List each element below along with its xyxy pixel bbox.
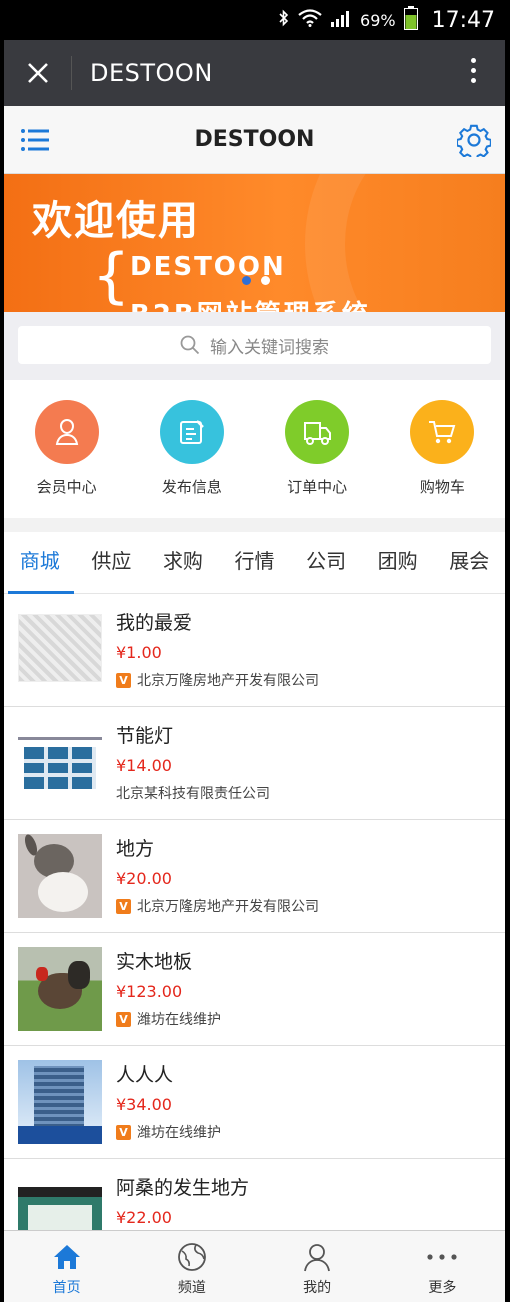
search-input[interactable]: 输入关键词搜索	[18, 326, 491, 364]
bottom-nav: 首页 频道 我的 更多	[4, 1230, 505, 1302]
product-price: ¥22.00	[116, 1208, 172, 1227]
wechat-title-bar: DESTOON	[4, 40, 505, 106]
tab-buy[interactable]: 求购	[147, 532, 219, 593]
tab-supply[interactable]: 供应	[76, 532, 148, 593]
gear-icon[interactable]	[455, 123, 492, 161]
product-price: ¥20.00	[116, 869, 172, 888]
product-name: 我的最爱	[116, 612, 193, 634]
quick-link-label: 会员中心	[36, 478, 97, 496]
bluetooth-icon	[278, 9, 290, 31]
tab-mall[interactable]: 商城	[4, 532, 76, 594]
quick-link-label: 发布信息	[161, 478, 222, 496]
verified-icon: V	[116, 672, 131, 688]
signal-icon	[330, 9, 352, 31]
list-item[interactable]: 人人人 ¥34.00 V 潍坊在线维护	[4, 1046, 505, 1159]
product-thumbnail	[18, 1060, 102, 1144]
quick-link-publish[interactable]: 发布信息	[142, 400, 242, 518]
company-name: 北京万隆房地产开发有限公司	[137, 673, 319, 689]
tab-group-buy[interactable]: 团购	[362, 532, 434, 593]
person-icon	[304, 1244, 331, 1272]
promo-banner[interactable]: 欢迎使用 { DESTOON B2B网站管理系统	[4, 174, 505, 312]
edit-icon	[159, 400, 224, 464]
quick-link-label: 订单中心	[287, 478, 348, 496]
user-icon	[34, 400, 99, 464]
phone-screen: 69% 17:47 DESTOON DESTOON 欢迎使用 { DESTOON…	[4, 0, 505, 1302]
more-options-button[interactable]	[471, 58, 477, 88]
banner-headline: 欢迎使用	[32, 198, 200, 244]
nav-mine[interactable]: 我的	[255, 1231, 380, 1302]
page-title: DESTOON	[194, 127, 315, 152]
close-button[interactable]	[4, 56, 72, 90]
carousel-dots	[242, 276, 270, 285]
app-header: DESTOON	[4, 106, 505, 174]
product-thumbnail	[18, 947, 102, 1031]
quick-link-orders[interactable]: 订单中心	[267, 400, 367, 518]
verified-icon: V	[116, 1011, 131, 1027]
nav-label: 更多	[428, 1280, 457, 1296]
nav-label: 我的	[303, 1280, 332, 1296]
list-item[interactable]: 我的最爱 ¥1.00 V 北京万隆房地产开发有限公司	[4, 594, 505, 707]
tab-company[interactable]: 公司	[290, 532, 362, 593]
product-name: 地方	[116, 838, 155, 860]
status-bar: 69% 17:47	[4, 0, 505, 40]
product-thumbnail	[18, 614, 102, 682]
search-icon	[180, 335, 200, 355]
truck-icon	[285, 400, 350, 464]
category-tabs: 商城 供应 求购 行情 公司 团购 展会	[4, 532, 505, 594]
home-icon	[53, 1245, 80, 1269]
wifi-icon	[298, 9, 322, 31]
battery-percent: 69%	[360, 10, 396, 30]
quick-link-cart[interactable]: 购物车	[392, 400, 492, 518]
company-name: 北京某科技有限责任公司	[116, 786, 270, 802]
quick-link-label: 购物车	[419, 478, 465, 496]
search-area: 输入关键词搜索	[4, 312, 505, 380]
tab-market[interactable]: 行情	[219, 532, 291, 593]
product-price: ¥34.00	[116, 1095, 172, 1114]
product-price: ¥1.00	[116, 643, 162, 662]
nav-more[interactable]: 更多	[380, 1231, 505, 1302]
nav-channel[interactable]: 频道	[129, 1231, 254, 1302]
quick-link-member-center[interactable]: 会员中心	[17, 400, 117, 518]
company-name: 潍坊在线维护	[137, 1012, 221, 1028]
list-item[interactable]: 实木地板 ¥123.00 V 潍坊在线维护	[4, 933, 505, 1046]
product-name: 人人人	[116, 1064, 174, 1086]
company-name: 北京万隆房地产开发有限公司	[137, 899, 319, 915]
product-name: 节能灯	[116, 725, 174, 747]
tab-exhibition[interactable]: 展会	[433, 532, 505, 593]
nav-home[interactable]: 首页	[4, 1231, 129, 1302]
banner-subtitle: B2B网站管理系统	[130, 294, 371, 312]
clock: 17:47	[431, 7, 495, 33]
list-item[interactable]: 节能灯 ¥14.00 北京某科技有限责任公司	[4, 707, 505, 820]
product-list: 我的最爱 ¥1.00 V 北京万隆房地产开发有限公司 节能灯 ¥14.00 北京某…	[4, 594, 505, 1272]
product-price: ¥14.00	[116, 756, 172, 775]
product-thumbnail	[18, 721, 102, 805]
product-price: ¥123.00	[116, 982, 183, 1001]
globe-icon	[177, 1243, 206, 1271]
nav-label: 首页	[52, 1280, 81, 1296]
verified-icon: V	[116, 1124, 131, 1140]
quick-links: 会员中心 发布信息 订单中心 购物车	[4, 380, 505, 518]
wechat-title: DESTOON	[90, 59, 213, 87]
list-item[interactable]: 地方 ¥20.00 V 北京万隆房地产开发有限公司	[4, 820, 505, 933]
close-icon	[27, 63, 48, 83]
product-name: 阿桑的发生地方	[116, 1177, 250, 1199]
cart-icon	[410, 400, 475, 464]
more-icon	[427, 1254, 457, 1260]
verified-icon: V	[116, 898, 131, 914]
search-placeholder: 输入关键词搜索	[210, 337, 329, 358]
company-name: 潍坊在线维护	[137, 1125, 221, 1141]
menu-icon[interactable]	[20, 128, 50, 156]
battery-icon	[403, 6, 418, 34]
nav-label: 频道	[177, 1280, 206, 1296]
product-thumbnail	[18, 834, 102, 918]
product-name: 实木地板	[116, 951, 193, 973]
